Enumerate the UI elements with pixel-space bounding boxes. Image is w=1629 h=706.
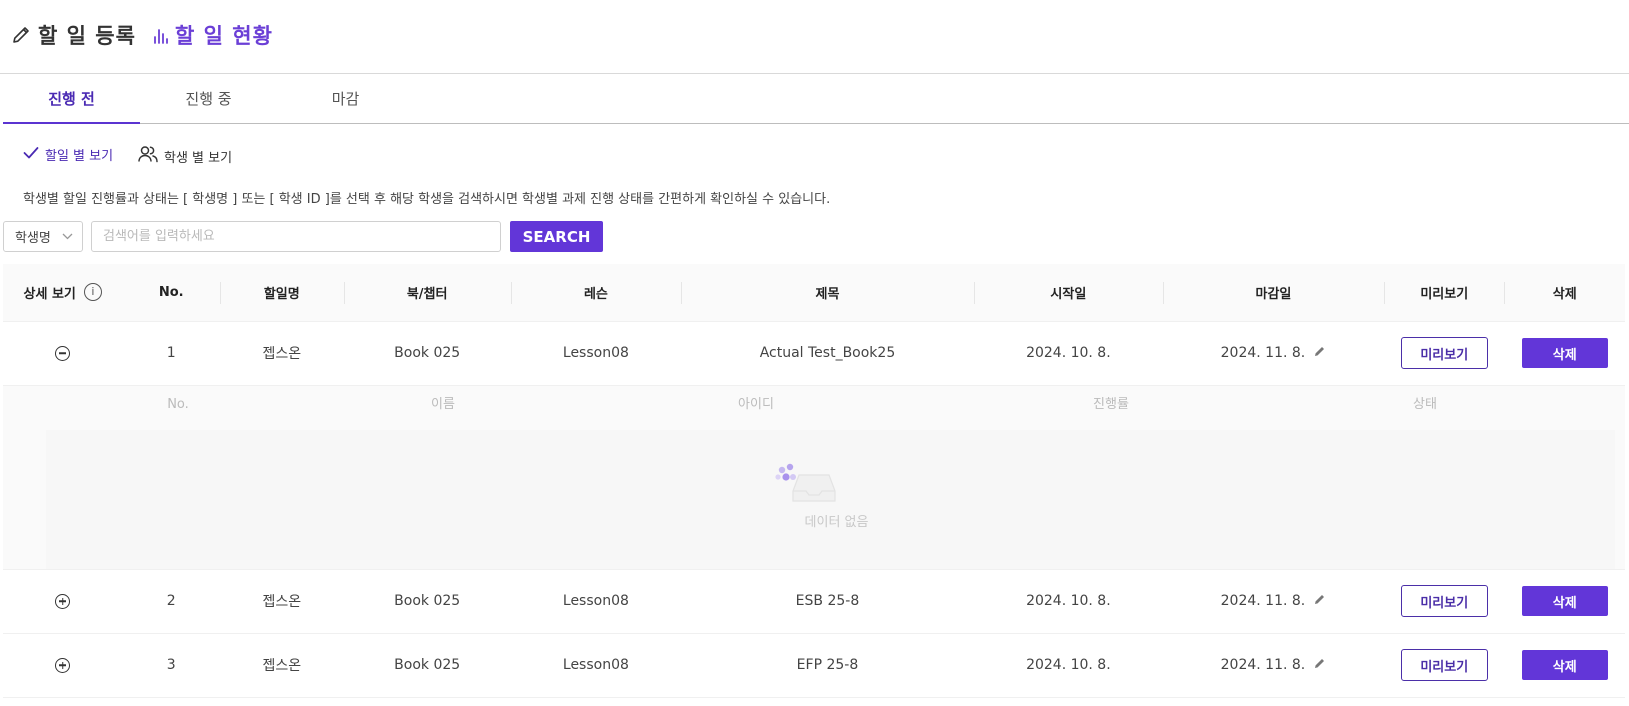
row-preview: 미리보기 [1384, 321, 1505, 386]
header-no: No. [122, 264, 221, 322]
row-task-name: 젭스온 [220, 633, 344, 698]
detail-cell [3, 633, 123, 698]
view-by-task[interactable]: 할일 별 보기 [23, 145, 113, 164]
detail-cell [3, 569, 123, 634]
row-book: Book 025 [343, 569, 511, 634]
guide-text: 학생별 할일 진행률과 상태는 [ 학생명 ] 또는 [ 학생 ID ]를 선택… [23, 192, 831, 207]
edit-pencil-icon[interactable] [1313, 657, 1326, 674]
page-header: 할 일 등록 할 일 현황 [0, 0, 1629, 74]
sub-header-progress: 진행률 [1093, 396, 1129, 412]
table-header-row: 상세 보기 i No. 할일명 북/챕터 레슨 제목 시작일 마감일 미리보기 … [3, 264, 1625, 322]
header-lesson: 레슨 [510, 264, 682, 322]
row-title: ESB 25-8 [681, 569, 974, 634]
search-bar: 학생명 SEARCH [3, 221, 603, 252]
search-input[interactable] [91, 221, 501, 252]
row-delete: 삭제 [1504, 321, 1625, 386]
tab-task-status[interactable]: 할 일 현황 [153, 20, 273, 50]
table-row: 3 젭스온 Book 025 Lesson08 EFP 25-8 2024. 1… [3, 633, 1625, 698]
table-row: 1 젭스온 Book 025 Lesson08 Actual Test_Book… [3, 321, 1625, 386]
tab-task-status-label: 할 일 현황 [175, 24, 273, 48]
status-subtabs: 진행 전 진행 중 마감 [3, 75, 1629, 124]
header-delete: 삭제 [1504, 264, 1625, 322]
expanded-detail-row: No. 이름 아이디 진행률 상태 데이터 없음 [3, 385, 1625, 570]
row-no: 2 [122, 569, 221, 634]
subtab-before[interactable]: 진행 전 [3, 75, 140, 124]
detail-cell [3, 321, 123, 386]
preview-button[interactable]: 미리보기 [1400, 337, 1488, 369]
pencil-icon [10, 24, 32, 46]
row-title: Actual Test_Book25 [681, 321, 974, 386]
bar-chart-icon [153, 25, 169, 45]
row-due-date: 2024. 11. 8. [1162, 633, 1385, 698]
student-progress-header: No. 이름 아이디 진행률 상태 [3, 386, 1625, 430]
sub-header-id: 아이디 [738, 396, 774, 412]
header-due-date: 마감일 [1162, 264, 1385, 322]
header-title: 제목 [681, 264, 974, 322]
header-detail: 상세 보기 i [3, 264, 123, 322]
header-task-name: 할일명 [220, 264, 344, 322]
sub-header-status: 상태 [1413, 396, 1437, 412]
search-type-value: 학생명 [15, 231, 51, 246]
info-icon[interactable]: i [83, 283, 102, 302]
preview-button[interactable]: 미리보기 [1400, 649, 1488, 681]
row-due-date: 2024. 11. 8. [1162, 321, 1385, 386]
search-button[interactable]: SEARCH [510, 221, 603, 252]
empty-state-text: 데이터 없음 [804, 514, 869, 530]
expand-icon[interactable] [55, 593, 71, 609]
expand-icon[interactable] [55, 657, 71, 673]
empty-data-icon [773, 461, 839, 509]
row-lesson: Lesson08 [510, 569, 682, 634]
check-icon [23, 146, 39, 164]
chevron-down-icon [62, 229, 73, 244]
row-due-date: 2024. 11. 8. [1162, 569, 1385, 634]
sub-header-name: 이름 [431, 396, 455, 412]
row-task-name: 젭스온 [220, 569, 344, 634]
row-task-name: 젭스온 [220, 321, 344, 386]
row-book: Book 025 [343, 321, 511, 386]
row-no: 1 [122, 321, 221, 386]
subtab-closed[interactable]: 마감 [277, 75, 414, 124]
preview-button[interactable]: 미리보기 [1400, 585, 1488, 617]
delete-button[interactable]: 삭제 [1521, 650, 1608, 680]
tab-task-register-label: 할 일 등록 [38, 24, 136, 48]
row-start-date: 2024. 10. 8. [973, 321, 1163, 386]
sub-header-no: No. [167, 396, 189, 412]
tab-task-register[interactable]: 할 일 등록 [10, 20, 136, 50]
table-row: 2 젭스온 Book 025 Lesson08 ESB 25-8 2024. 1… [3, 569, 1625, 634]
row-title: EFP 25-8 [681, 633, 974, 698]
header-preview: 미리보기 [1384, 264, 1505, 322]
delete-button[interactable]: 삭제 [1521, 338, 1608, 368]
due-date-value: 2024. 11. 8. [1220, 345, 1306, 361]
view-by-task-label: 할일 별 보기 [45, 149, 114, 164]
search-type-select[interactable]: 학생명 [3, 221, 83, 252]
row-preview: 미리보기 [1384, 633, 1505, 698]
users-icon [138, 145, 158, 167]
subtab-in-progress[interactable]: 진행 중 [140, 75, 277, 124]
row-preview: 미리보기 [1384, 569, 1505, 634]
row-lesson: Lesson08 [510, 321, 682, 386]
due-date-value: 2024. 11. 8. [1220, 657, 1306, 673]
header-book-chapter: 북/챕터 [343, 264, 511, 322]
edit-pencil-icon[interactable] [1313, 593, 1326, 610]
header-detail-label: 상세 보기 [23, 286, 76, 302]
row-start-date: 2024. 10. 8. [973, 569, 1163, 634]
header-start-date: 시작일 [973, 264, 1163, 322]
due-date-value: 2024. 11. 8. [1220, 593, 1306, 609]
view-by-student-label: 학생 별 보기 [164, 150, 233, 166]
row-book: Book 025 [343, 633, 511, 698]
edit-pencil-icon[interactable] [1313, 345, 1326, 362]
expanded-detail-cell: No. 이름 아이디 진행률 상태 데이터 없음 [3, 385, 1625, 570]
row-delete: 삭제 [1504, 633, 1625, 698]
row-no: 3 [122, 633, 221, 698]
student-progress-panel: No. 이름 아이디 진행률 상태 데이터 없음 [3, 386, 1625, 569]
collapse-icon[interactable] [55, 345, 71, 361]
task-table: 상세 보기 i No. 할일명 북/챕터 레슨 제목 시작일 마감일 미리보기 … [3, 264, 1625, 698]
row-delete: 삭제 [1504, 569, 1625, 634]
delete-button[interactable]: 삭제 [1521, 586, 1608, 616]
row-lesson: Lesson08 [510, 633, 682, 698]
view-by-student[interactable]: 학생 별 보기 [138, 145, 232, 167]
row-start-date: 2024. 10. 8. [973, 633, 1163, 698]
